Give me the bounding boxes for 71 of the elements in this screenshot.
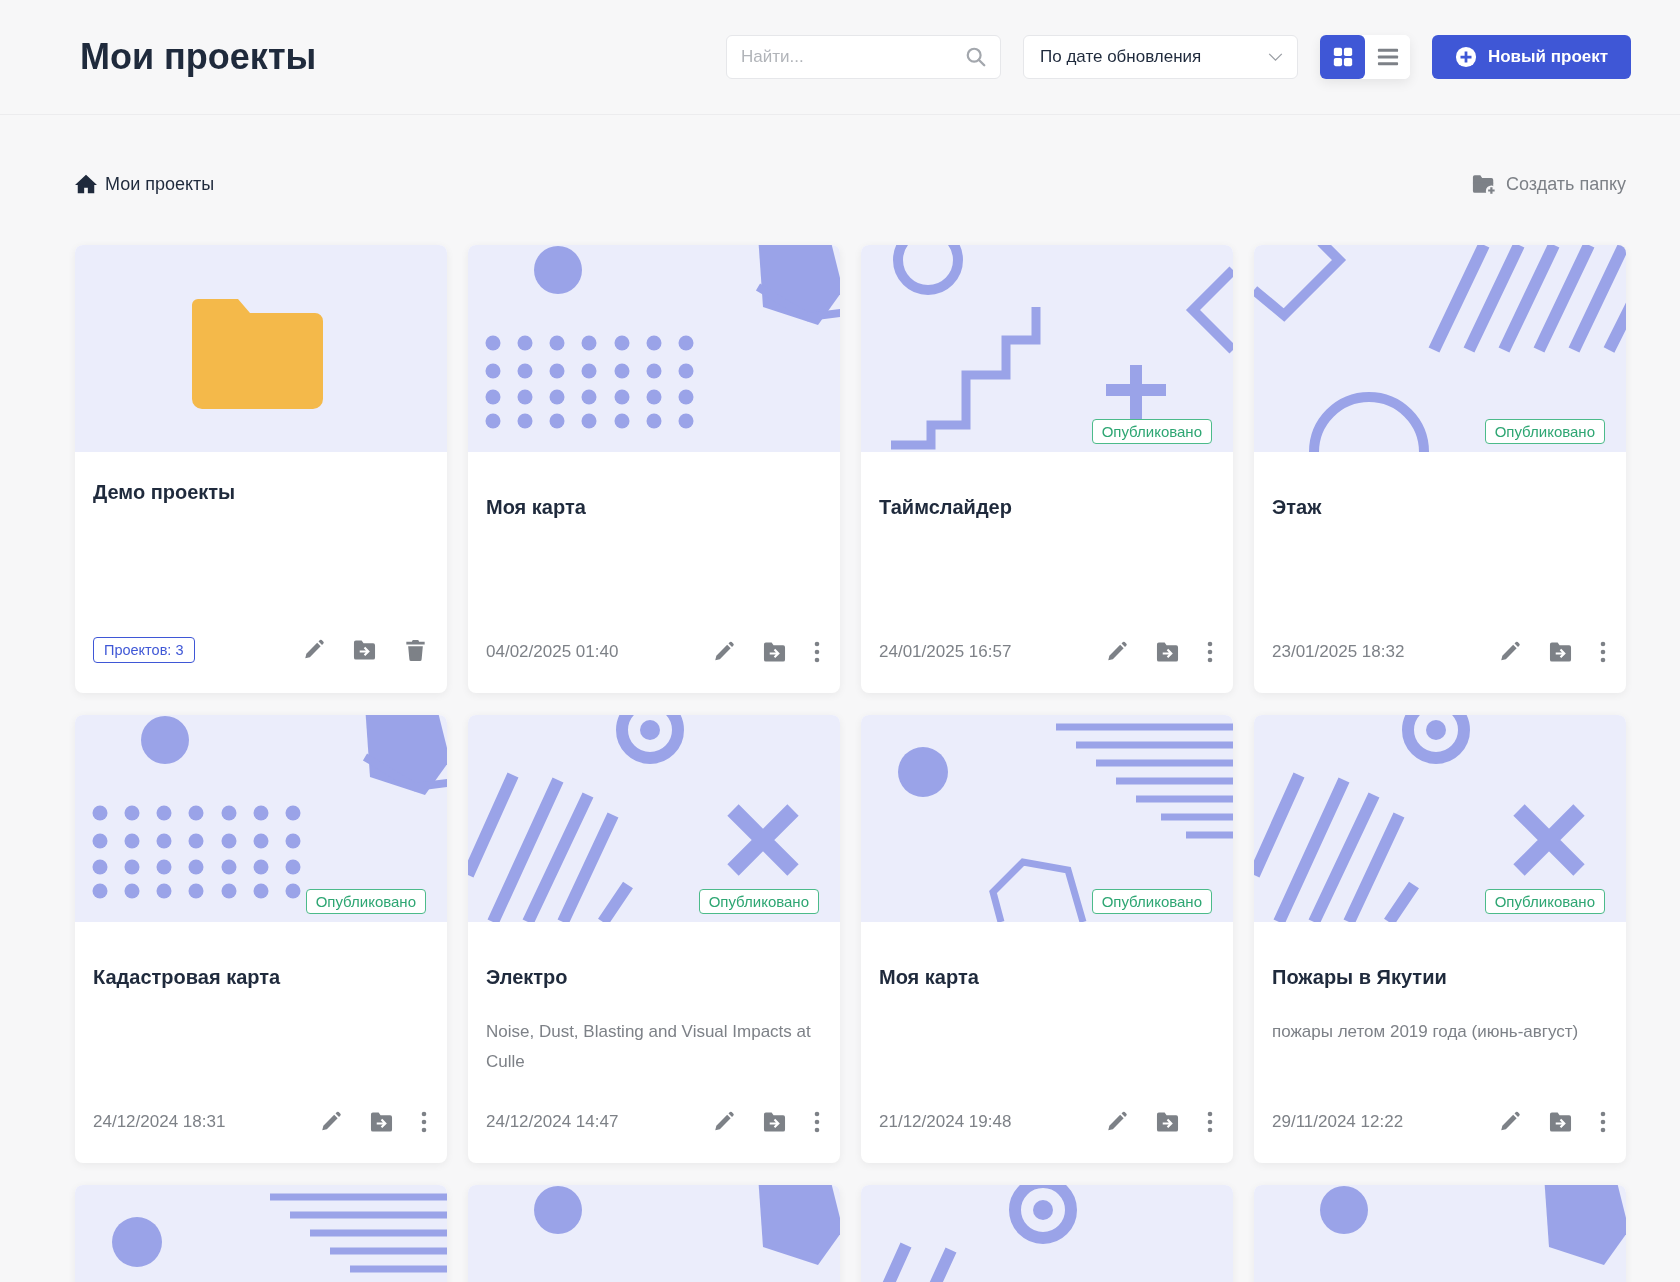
project-card[interactable]: Моя карта 04/02/2025 01:40 bbox=[468, 245, 840, 693]
folder-arrow-icon[interactable] bbox=[1549, 641, 1572, 663]
published-badge: Опубликовано bbox=[1484, 419, 1605, 444]
project-card[interactable]: Опубликовано Таймслайдер 24/01/2025 16:57 bbox=[861, 245, 1233, 693]
updated-date: 24/12/2024 14:47 bbox=[486, 1112, 619, 1132]
search-field[interactable]: Найти... bbox=[726, 35, 1001, 79]
published-badge: Опубликовано bbox=[1091, 419, 1212, 444]
updated-date: 23/01/2025 18:32 bbox=[1272, 642, 1405, 662]
more-vertical-icon[interactable] bbox=[814, 1111, 820, 1133]
breadcrumb-link[interactable]: Мои проекты bbox=[105, 173, 215, 195]
folder-arrow-icon[interactable] bbox=[353, 639, 376, 661]
pencil-icon[interactable] bbox=[319, 1111, 342, 1133]
more-vertical-icon[interactable] bbox=[1207, 641, 1213, 663]
chevron-down-icon bbox=[1268, 52, 1283, 62]
folder-arrow-icon[interactable] bbox=[1156, 641, 1179, 663]
grid-icon bbox=[1331, 46, 1354, 68]
published-badge: Опубликовано bbox=[698, 889, 819, 914]
card-title: Демо проекты bbox=[93, 481, 237, 504]
new-project-button[interactable]: Новый проект bbox=[1432, 35, 1631, 79]
project-count-badge: Проектов: 3 bbox=[93, 637, 195, 663]
card-title: Кадастровая карта bbox=[93, 966, 282, 989]
card-title: Моя карта bbox=[879, 966, 980, 989]
more-vertical-icon[interactable] bbox=[1600, 641, 1606, 663]
updated-date: 24/01/2025 16:57 bbox=[879, 642, 1012, 662]
project-card[interactable]: Опубликовано Электро Noise, Dust, Blasting and Visual Impacts at Culle 24/12/2024 14:47 bbox=[468, 715, 840, 1163]
trash-icon[interactable] bbox=[404, 639, 427, 661]
pencil-icon[interactable] bbox=[712, 1111, 735, 1133]
published-badge: Опубликовано bbox=[1484, 889, 1605, 914]
folder-plus-icon bbox=[1472, 173, 1496, 195]
page-title: Мои проекты bbox=[80, 36, 317, 78]
grid-view-button[interactable] bbox=[1320, 35, 1365, 79]
updated-date: 21/12/2024 19:48 bbox=[879, 1112, 1012, 1132]
folder-arrow-icon[interactable] bbox=[763, 1111, 786, 1133]
project-card[interactable]: Опубликовано Пожары в Якутии пожары летом 2019 года (июнь-август) 29/11/2024 12:22 bbox=[1254, 715, 1626, 1163]
create-folder-button[interactable]: Создать папку bbox=[1472, 173, 1626, 195]
folder-arrow-icon[interactable] bbox=[763, 641, 786, 663]
updated-date: 04/02/2025 01:40 bbox=[486, 642, 619, 662]
pencil-icon[interactable] bbox=[1105, 1111, 1128, 1133]
list-icon bbox=[1376, 46, 1399, 68]
plus-circle-icon bbox=[1454, 46, 1477, 68]
folder-arrow-icon[interactable] bbox=[370, 1111, 393, 1133]
published-badge: Опубликовано bbox=[1091, 889, 1212, 914]
pencil-icon[interactable] bbox=[1498, 641, 1521, 663]
pencil-icon[interactable] bbox=[1105, 641, 1128, 663]
card-title: Пожары в Якутии bbox=[1272, 966, 1448, 989]
published-badge: Опубликовано bbox=[305, 889, 426, 914]
pencil-icon[interactable] bbox=[1498, 1111, 1521, 1133]
folder-arrow-icon[interactable] bbox=[1156, 1111, 1179, 1133]
card-title: Таймслайдер bbox=[879, 496, 1013, 519]
card-description: пожары летом 2019 года (июнь-август) bbox=[1272, 1021, 1580, 1043]
pencil-icon[interactable] bbox=[712, 641, 735, 663]
card-title: Моя карта bbox=[486, 496, 587, 519]
project-card[interactable]: Демо проекты Проектов: 3 bbox=[75, 245, 447, 693]
project-card[interactable]: Опубликовано Этаж 23/01/2025 18:32 bbox=[1254, 245, 1626, 693]
search-icon bbox=[965, 46, 987, 68]
list-view-button[interactable] bbox=[1365, 35, 1410, 79]
updated-date: 29/11/2024 12:22 bbox=[1272, 1112, 1404, 1132]
project-card[interactable]: Опубликовано Моя карта 21/12/2024 19:48 bbox=[861, 715, 1233, 1163]
pencil-icon[interactable] bbox=[302, 639, 325, 661]
card-title: Этаж bbox=[1272, 496, 1323, 519]
more-vertical-icon[interactable] bbox=[1600, 1111, 1606, 1133]
home-icon bbox=[75, 173, 97, 195]
card-title: Электро bbox=[486, 966, 569, 989]
more-vertical-icon[interactable] bbox=[814, 641, 820, 663]
more-vertical-icon[interactable] bbox=[1207, 1111, 1213, 1133]
card-description: Noise, Dust, Blasting and Visual Impacts at Culle bbox=[486, 1021, 812, 1073]
updated-date: 24/12/2024 18:31 bbox=[93, 1112, 226, 1132]
more-vertical-icon[interactable] bbox=[421, 1111, 427, 1133]
project-card[interactable]: Опубликовано Кадастровая карта 24/12/2024 18:31 bbox=[75, 715, 447, 1163]
sort-dropdown[interactable]: По дате обновления bbox=[1023, 35, 1298, 79]
folder-arrow-icon[interactable] bbox=[1549, 1111, 1572, 1133]
